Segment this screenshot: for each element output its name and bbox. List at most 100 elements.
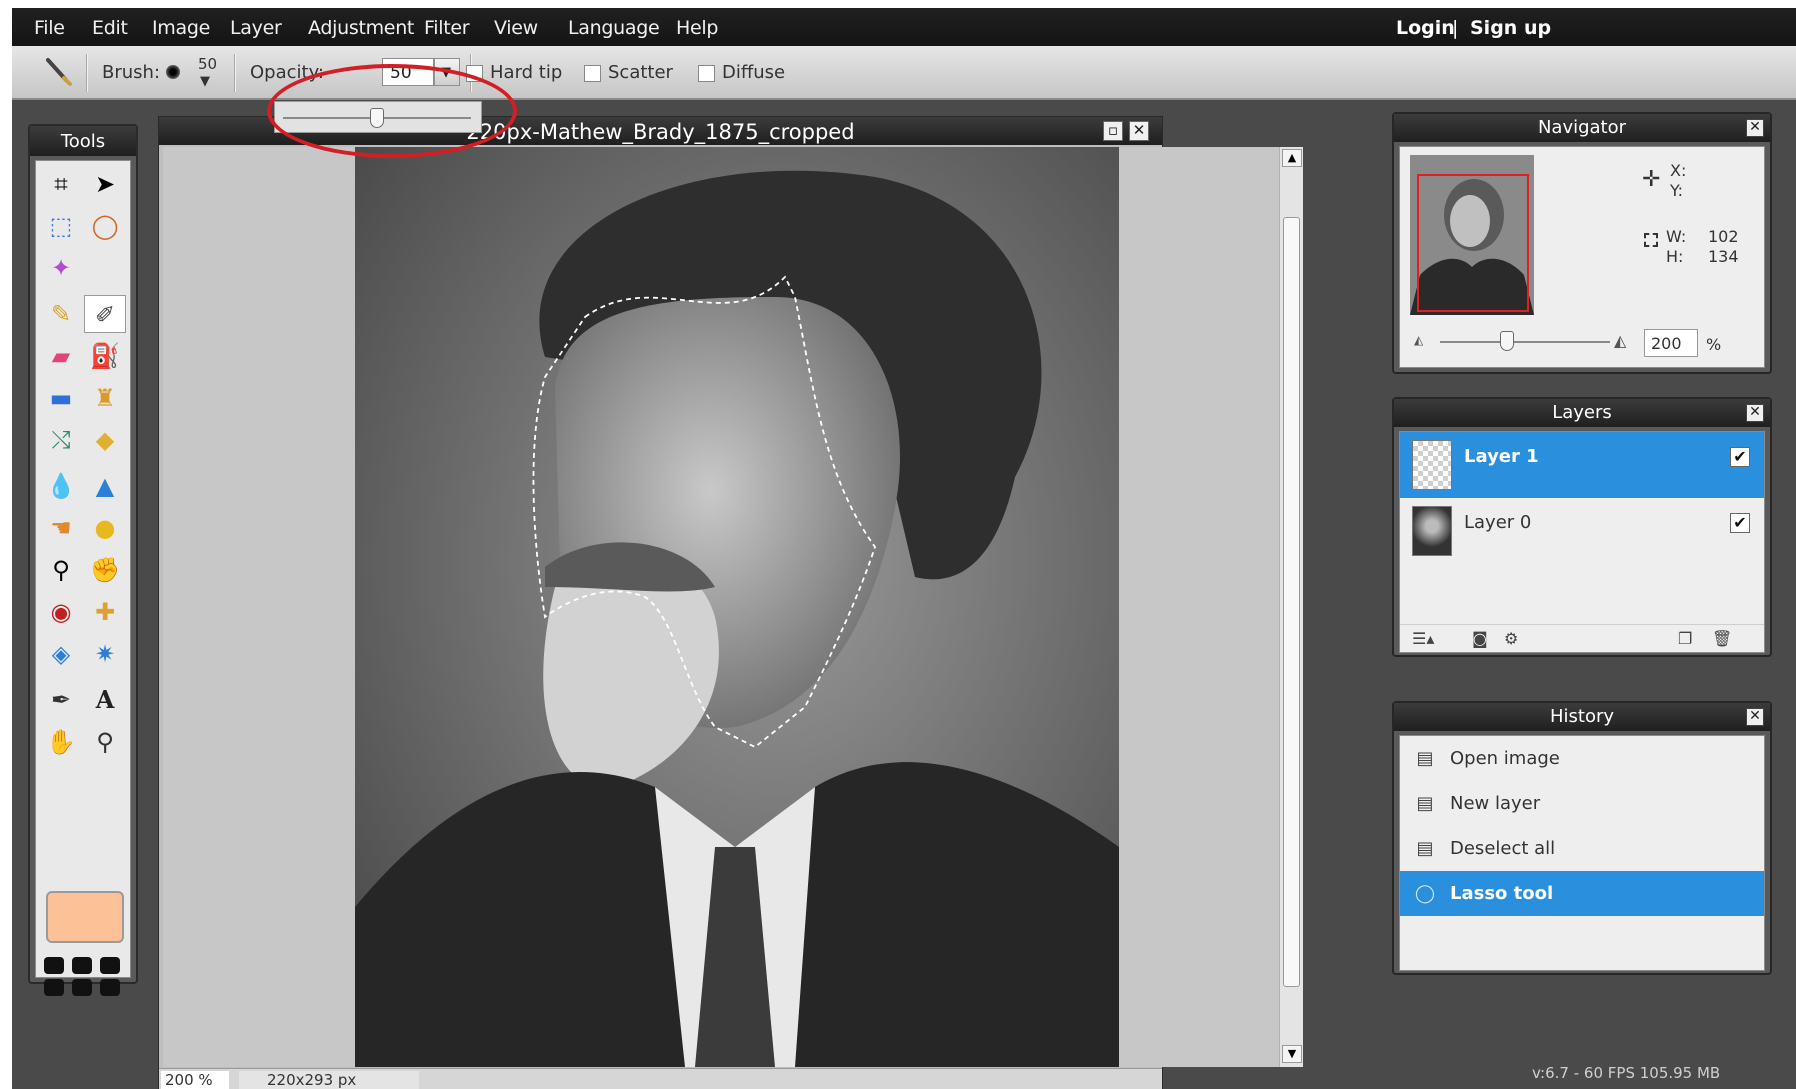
burn-icon[interactable]: ✊ (84, 551, 126, 589)
close-icon[interactable]: ✕ (1746, 404, 1764, 422)
sharpen-icon[interactable]: ▲ (84, 467, 126, 505)
login-link[interactable]: Login (1396, 17, 1455, 39)
shape-icon[interactable]: ◆ (84, 421, 126, 459)
scroll-up-icon[interactable]: ▲ (1282, 149, 1302, 167)
scroll-thumb[interactable] (1283, 217, 1300, 987)
signup-link[interactable]: Sign up (1470, 17, 1551, 39)
foreground-color-swatch[interactable] (46, 891, 124, 943)
close-icon[interactable]: ✕ (1746, 708, 1764, 726)
layer-row-0[interactable]: Layer 0 ✔ (1400, 498, 1764, 564)
history-label: Open image (1450, 748, 1560, 769)
brush-size-down-icon[interactable]: ▼ (200, 74, 210, 89)
history-item-selected[interactable]: ◯ Lasso tool (1400, 871, 1764, 916)
menu-help[interactable]: Help (676, 17, 718, 39)
brush-icon[interactable]: ✐ (84, 295, 126, 333)
zoom-out-icon[interactable]: ◭ (1414, 333, 1423, 347)
image-size-status: 220x293 px (239, 1071, 419, 1089)
navigator-thumbnail[interactable] (1410, 155, 1534, 315)
picker-icon[interactable]: ✒ (40, 681, 82, 719)
rect-select-icon[interactable]: ⬚ (40, 207, 82, 245)
bloat-icon[interactable]: ◈ (40, 635, 82, 673)
trash-icon[interactable]: 🗑 (1712, 629, 1732, 648)
nav-zoom-thumb[interactable] (1500, 331, 1514, 351)
sponge-icon[interactable]: ● (84, 509, 126, 547)
zoom-status[interactable]: 200 % (161, 1071, 229, 1089)
nav-zoom-track[interactable] (1440, 341, 1610, 343)
history-body: ▤ Open image ▤ New layer ▤ Deselect all … (1399, 735, 1765, 971)
layer-settings-icon[interactable]: ⚙ (1504, 629, 1518, 648)
app-window: File Edit Image Layer Adjustment Filter … (12, 8, 1796, 1089)
visibility-checkbox[interactable]: ✔ (1730, 447, 1750, 467)
smudge-icon[interactable]: ☚ (40, 509, 82, 547)
layer-mask-icon[interactable]: ◙ (1472, 629, 1488, 648)
clone-stamp-icon[interactable]: ♜ (84, 379, 126, 417)
lasso-icon[interactable]: ◯ (84, 207, 126, 245)
nav-h-label: H: (1666, 247, 1684, 266)
crosshair-icon: ✛ (1642, 167, 1661, 192)
gradient-icon[interactable]: ▬ (40, 379, 82, 417)
vertical-scrollbar[interactable]: ▲ ▼ (1279, 147, 1303, 1067)
pinch-icon[interactable]: ✷ (84, 635, 126, 673)
hand-icon[interactable]: ✋ (40, 723, 82, 761)
scatter-checkbox[interactable] (584, 65, 601, 82)
history-item[interactable]: ▤ Open image (1400, 736, 1764, 781)
navigator-title[interactable]: Navigator (1394, 114, 1770, 142)
document-window: 220px-Mathew_Brady_1875_cropped ▫ ✕ ▲ ▼ … (158, 116, 1303, 1089)
layer-row-1[interactable]: Layer 1 ✔ (1400, 432, 1764, 498)
menu-file[interactable]: File (34, 17, 65, 39)
visibility-checkbox[interactable]: ✔ (1730, 513, 1750, 533)
brush-size[interactable]: 50 (198, 55, 217, 73)
move-icon[interactable]: ➤ (84, 165, 126, 203)
zoom-lens-icon[interactable]: ⚲ (40, 551, 82, 589)
diffuse-checkbox[interactable] (698, 65, 715, 82)
maximize-icon[interactable]: ▫ (1103, 121, 1123, 141)
nav-w-label: W: (1666, 227, 1687, 246)
scroll-down-icon[interactable]: ▼ (1282, 1045, 1302, 1063)
magic-wand-icon[interactable]: ✦ (40, 249, 82, 287)
close-icon[interactable]: ✕ (1746, 119, 1764, 137)
photo-thumbnail (1412, 506, 1452, 556)
menu-adjustment[interactable]: Adjustment (308, 17, 414, 39)
eraser-icon[interactable]: ▰ (40, 337, 82, 375)
menu-view[interactable]: View (494, 17, 538, 39)
bucket-icon[interactable]: ⛽ (84, 337, 126, 375)
canvas-area[interactable] (163, 147, 1279, 1067)
zoom-icon[interactable]: ⚲ (84, 723, 126, 761)
menu-image[interactable]: Image (152, 17, 210, 39)
history-title[interactable]: History (1394, 703, 1770, 731)
text-icon[interactable]: A (84, 681, 126, 719)
layers-toolbar: ☰▴ ◙ ⚙ ❐ 🗑 (1400, 624, 1764, 652)
layer-styles-icon[interactable]: ☰▴ (1412, 629, 1434, 648)
pencil-icon[interactable]: ✎ (40, 295, 82, 333)
menu-layer[interactable]: Layer (230, 17, 282, 39)
history-label: Lasso tool (1450, 883, 1554, 904)
zoom-in-icon[interactable]: ◭ (1614, 331, 1626, 350)
nav-zoom-input[interactable]: 200 (1644, 329, 1698, 357)
color-replace-icon[interactable]: ⤭ (40, 421, 82, 459)
nav-y-label: Y: (1670, 181, 1684, 200)
brush-preview-icon[interactable] (166, 65, 180, 79)
history-item[interactable]: ▤ Deselect all (1400, 826, 1764, 871)
layer-name[interactable]: Layer 1 (1464, 446, 1539, 467)
history-label: Deselect all (1450, 838, 1556, 859)
close-icon[interactable]: ✕ (1129, 121, 1149, 141)
menu-filter[interactable]: Filter (424, 17, 470, 39)
layers-title[interactable]: Layers (1394, 399, 1770, 427)
history-panel: History ✕ ▤ Open image ▤ New layer ▤ Des… (1392, 701, 1772, 975)
drop-icon[interactable]: 💧 (40, 467, 82, 505)
history-label: New layer (1450, 793, 1541, 814)
red-eye-icon[interactable]: ◉ (40, 593, 82, 631)
menu-language[interactable]: Language (568, 17, 660, 39)
options-separator (86, 54, 88, 92)
crop-icon[interactable]: ⌗ (40, 165, 82, 203)
active-brush-icon[interactable] (42, 56, 74, 88)
brush-presets[interactable] (44, 957, 124, 1001)
photo-canvas[interactable] (355, 147, 1119, 1067)
layers-panel: Layers ✕ Layer 1 ✔ Layer 0 ✔ ☰▴ ◙ ⚙ ❐ 🗑 (1392, 397, 1772, 657)
history-item[interactable]: ▤ New layer (1400, 781, 1764, 826)
menu-edit[interactable]: Edit (92, 17, 128, 39)
new-layer-icon[interactable]: ❐ (1678, 629, 1692, 648)
layer-name[interactable]: Layer 0 (1464, 512, 1531, 533)
brush-label: Brush: (102, 62, 161, 83)
spot-heal-icon[interactable]: ✚ (84, 593, 126, 631)
